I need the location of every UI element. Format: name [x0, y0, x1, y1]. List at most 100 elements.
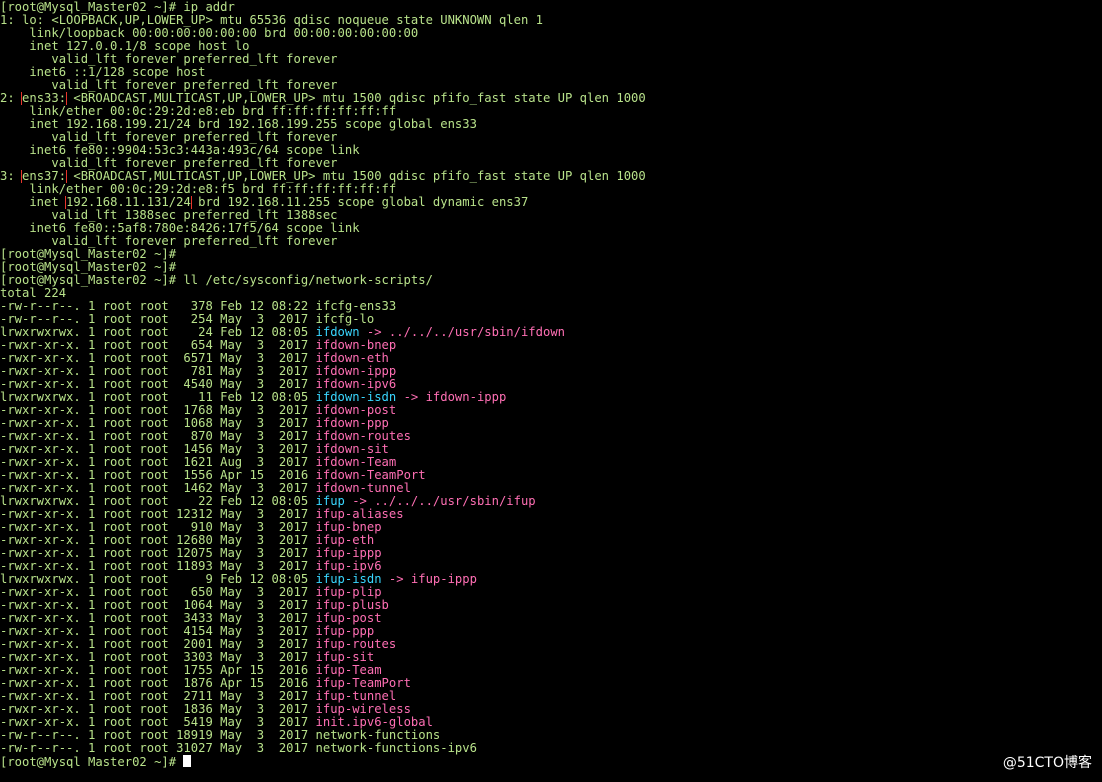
terminal-text: valid_lft forever preferred_lft forever: [0, 235, 338, 248]
terminal-text: -rwxr-xr-x. 1 root root 3433 May 3 2017: [0, 612, 316, 625]
terminal-text: network-functions-ipv6: [315, 742, 477, 755]
terminal-line: link/ether 00:0c:29:2d:e8:eb brd ff:ff:f…: [0, 105, 1102, 118]
file-name: ifdown-post: [315, 404, 397, 417]
symlink-name: ifup-isdn: [315, 573, 382, 586]
terminal-text: link/ether 00:0c:29:2d:e8:f5 brd ff:ff:f…: [0, 183, 397, 196]
terminal-text: -rwxr-xr-x. 1 root root 1876 Apr 15 2016: [0, 677, 316, 690]
terminal-line: -rwxr-xr-x. 1 root root 4154 May 3 2017 …: [0, 625, 1102, 638]
terminal-line: [root@Mysql_Master02 ~]#: [0, 248, 1102, 261]
terminal-text: 2:: [0, 92, 23, 105]
terminal-text: -rwxr-xr-x. 1 root root 781 May 3 2017: [0, 365, 316, 378]
terminal-text: -rwxr-xr-x. 1 root root 1064 May 3 2017: [0, 599, 316, 612]
terminal-line: [root@Mysql_Master02 ~]#: [0, 261, 1102, 274]
terminal-text: -rwxr-xr-x. 1 root root 870 May 3 2017: [0, 430, 316, 443]
terminal-text: -rw-r--r--. 1 root root 18919 May 3 2017: [0, 729, 316, 742]
terminal-line: -rwxr-xr-x. 1 root root 12075 May 3 2017…: [0, 547, 1102, 560]
terminal-text: -rwxr-xr-x. 1 root root 6571 May 3 2017: [0, 352, 316, 365]
file-name: ifup-ippp: [315, 547, 382, 560]
terminal-text: -rwxr-xr-x. 1 root root 1755 Apr 15 2016: [0, 664, 316, 677]
terminal-line: -rwxr-xr-x. 1 root root 11893 May 3 2017…: [0, 560, 1102, 573]
terminal-line: 3: ens37: <BROADCAST,MULTICAST,UP,LOWER_…: [0, 170, 1102, 183]
file-name: -> ifup-ippp: [381, 573, 477, 586]
watermark: @51CTO博客: [1002, 755, 1092, 771]
file-name: ifup-eth: [315, 534, 375, 547]
terminal-text: -rw-r--r--. 1 root root 254 May 3 2017: [0, 313, 316, 326]
terminal-line: -rwxr-xr-x. 1 root root 1068 May 3 2017 …: [0, 417, 1102, 430]
file-name: ifdown-ipv6: [315, 378, 397, 391]
file-name: -> ../../../usr/sbin/ifup: [344, 495, 536, 508]
file-name: ifdown-tunnel: [315, 482, 411, 495]
file-name: ifdown-ppp: [315, 417, 389, 430]
file-name: ifup-routes: [315, 638, 397, 651]
terminal-line: -rwxr-xr-x. 1 root root 1621 Aug 3 2017 …: [0, 456, 1102, 469]
terminal-text: inet 192.168.199.21/24 brd 192.168.199.2…: [0, 118, 477, 131]
terminal-line: -rwxr-xr-x. 1 root root 2001 May 3 2017 …: [0, 638, 1102, 651]
terminal-text: <BROADCAST,MULTICAST,UP,LOWER_UP> mtu 15…: [66, 92, 646, 105]
terminal-line: valid_lft forever preferred_lft forever: [0, 157, 1102, 170]
terminal-line: -rwxr-xr-x. 1 root root 1064 May 3 2017 …: [0, 599, 1102, 612]
terminal-line: -rwxr-xr-x. 1 root root 870 May 3 2017 i…: [0, 430, 1102, 443]
terminal-line: -rwxr-xr-x. 1 root root 5419 May 3 2017 …: [0, 716, 1102, 729]
terminal-line: -rwxr-xr-x. 1 root root 1556 Apr 15 2016…: [0, 469, 1102, 482]
highlight-box: ens33:: [21, 92, 68, 105]
file-name: ifdown-sit: [315, 443, 389, 456]
terminal-text: -rwxr-xr-x. 1 root root 1768 May 3 2017: [0, 404, 316, 417]
terminal-line: -rwxr-xr-x. 1 root root 3303 May 3 2017 …: [0, 651, 1102, 664]
terminal-text: -rw-r--r--. 1 root root 378 Feb 12 08:22: [0, 300, 316, 313]
terminal-line: inet6 fe80::5af8:780e:8426:17f5/64 scope…: [0, 222, 1102, 235]
terminal-text: total 224: [0, 287, 67, 300]
file-name: ifup-Team: [315, 664, 382, 677]
terminal-text: network-functions: [315, 729, 441, 742]
terminal-text: -rwxr-xr-x. 1 root root 5419 May 3 2017: [0, 716, 316, 729]
terminal-line: -rw-r--r--. 1 root root 378 Feb 12 08:22…: [0, 300, 1102, 313]
terminal-text: -rwxr-xr-x. 1 root root 1462 May 3 2017: [0, 482, 316, 495]
terminal-text: inet6 fe80::9904:53c3:443a:493c/64 scope…: [0, 144, 360, 157]
terminal-line: [root@Mysql_Master02 ~]# ll /etc/sysconf…: [0, 274, 1102, 287]
symlink-name: ifup: [315, 495, 345, 508]
file-name: ifdown-TeamPort: [315, 469, 426, 482]
terminal-text: valid_lft forever preferred_lft forever: [0, 131, 338, 144]
terminal-line: inet 192.168.199.21/24 brd 192.168.199.2…: [0, 118, 1102, 131]
highlight-box: 192.168.11.131/24: [65, 196, 192, 209]
file-name: ifup-bnep: [315, 521, 382, 534]
file-name: ifdown-Team: [315, 456, 397, 469]
file-name: ifup-wireless: [315, 703, 411, 716]
terminal-text: -rwxr-xr-x. 1 root root 1556 Apr 15 2016: [0, 469, 316, 482]
terminal-line: -rw-r--r--. 1 root root 31027 May 3 2017…: [0, 742, 1102, 755]
terminal-text: -rwxr-xr-x. 1 root root 4154 May 3 2017: [0, 625, 316, 638]
terminal-output[interactable]: [root@Mysql_Master02 ~]# ip addr 1: lo: <…: [0, 0, 1102, 782]
terminal-text: -rwxr-xr-x. 1 root root 11893 May 3 2017: [0, 560, 316, 573]
terminal-line: lrwxrwxrwx. 1 root root 11 Feb 12 08:05 …: [0, 391, 1102, 404]
terminal-line: -rwxr-xr-x. 1 root root 4540 May 3 2017 …: [0, 378, 1102, 391]
file-name: ifup-TeamPort: [315, 677, 411, 690]
terminal-text: [root@Mysql_Master02 ~]#: [0, 261, 177, 274]
cursor: [183, 755, 192, 767]
terminal-text: -rwxr-xr-x. 1 root root 650 May 3 2017: [0, 586, 316, 599]
terminal-text: 1: lo: <LOOPBACK,UP,LOWER_UP> mtu 65536 …: [0, 14, 543, 27]
terminal-text: link/ether 00:0c:29:2d:e8:eb brd ff:ff:f…: [0, 105, 397, 118]
file-name: ifup-ppp: [315, 625, 375, 638]
file-name: -> ../../../usr/sbin/ifdown: [359, 326, 565, 339]
terminal-line: -rwxr-xr-x. 1 root root 3433 May 3 2017 …: [0, 612, 1102, 625]
terminal-text: -rwxr-xr-x. 1 root root 1621 Aug 3 2017: [0, 456, 316, 469]
file-name: ifup-tunnel: [315, 690, 397, 703]
terminal-text: <BROADCAST,MULTICAST,UP,LOWER_UP> mtu 15…: [66, 170, 646, 183]
terminal-text: -rwxr-xr-x. 1 root root 1068 May 3 2017: [0, 417, 316, 430]
terminal-text: valid_lft forever preferred_lft forever: [0, 53, 338, 66]
terminal-line: [root@Mysql_Master02 ~]# ip addr: [0, 1, 1102, 14]
terminal-text: -rwxr-xr-x. 1 root root 12680 May 3 2017: [0, 534, 316, 547]
terminal-text: inet6 fe80::5af8:780e:8426:17f5/64 scope…: [0, 222, 360, 235]
terminal-text: valid_lft forever preferred_lft forever: [0, 79, 338, 92]
terminal-text: inet: [0, 196, 67, 209]
terminal-text: -rwxr-xr-x. 1 root root 12312 May 3 2017: [0, 508, 316, 521]
file-name: ifup-plusb: [315, 599, 389, 612]
terminal-text: -rwxr-xr-x. 1 root root 654 May 3 2017: [0, 339, 316, 352]
terminal-text: valid_lft 1388sec preferred_lft 1388sec: [0, 209, 338, 222]
terminal-text: lrwxrwxrwx. 1 root root 11 Feb 12 08:05: [0, 391, 316, 404]
file-name: ifdown-eth: [315, 352, 389, 365]
terminal-line: -rw-r--r--. 1 root root 18919 May 3 2017…: [0, 729, 1102, 742]
file-name: ifup-ipv6: [315, 560, 382, 573]
file-name: ifdown-ippp: [315, 365, 397, 378]
terminal-line: inet6 ::1/128 scope host: [0, 66, 1102, 79]
terminal-line: -rwxr-xr-x. 1 root root 1876 Apr 15 2016…: [0, 677, 1102, 690]
